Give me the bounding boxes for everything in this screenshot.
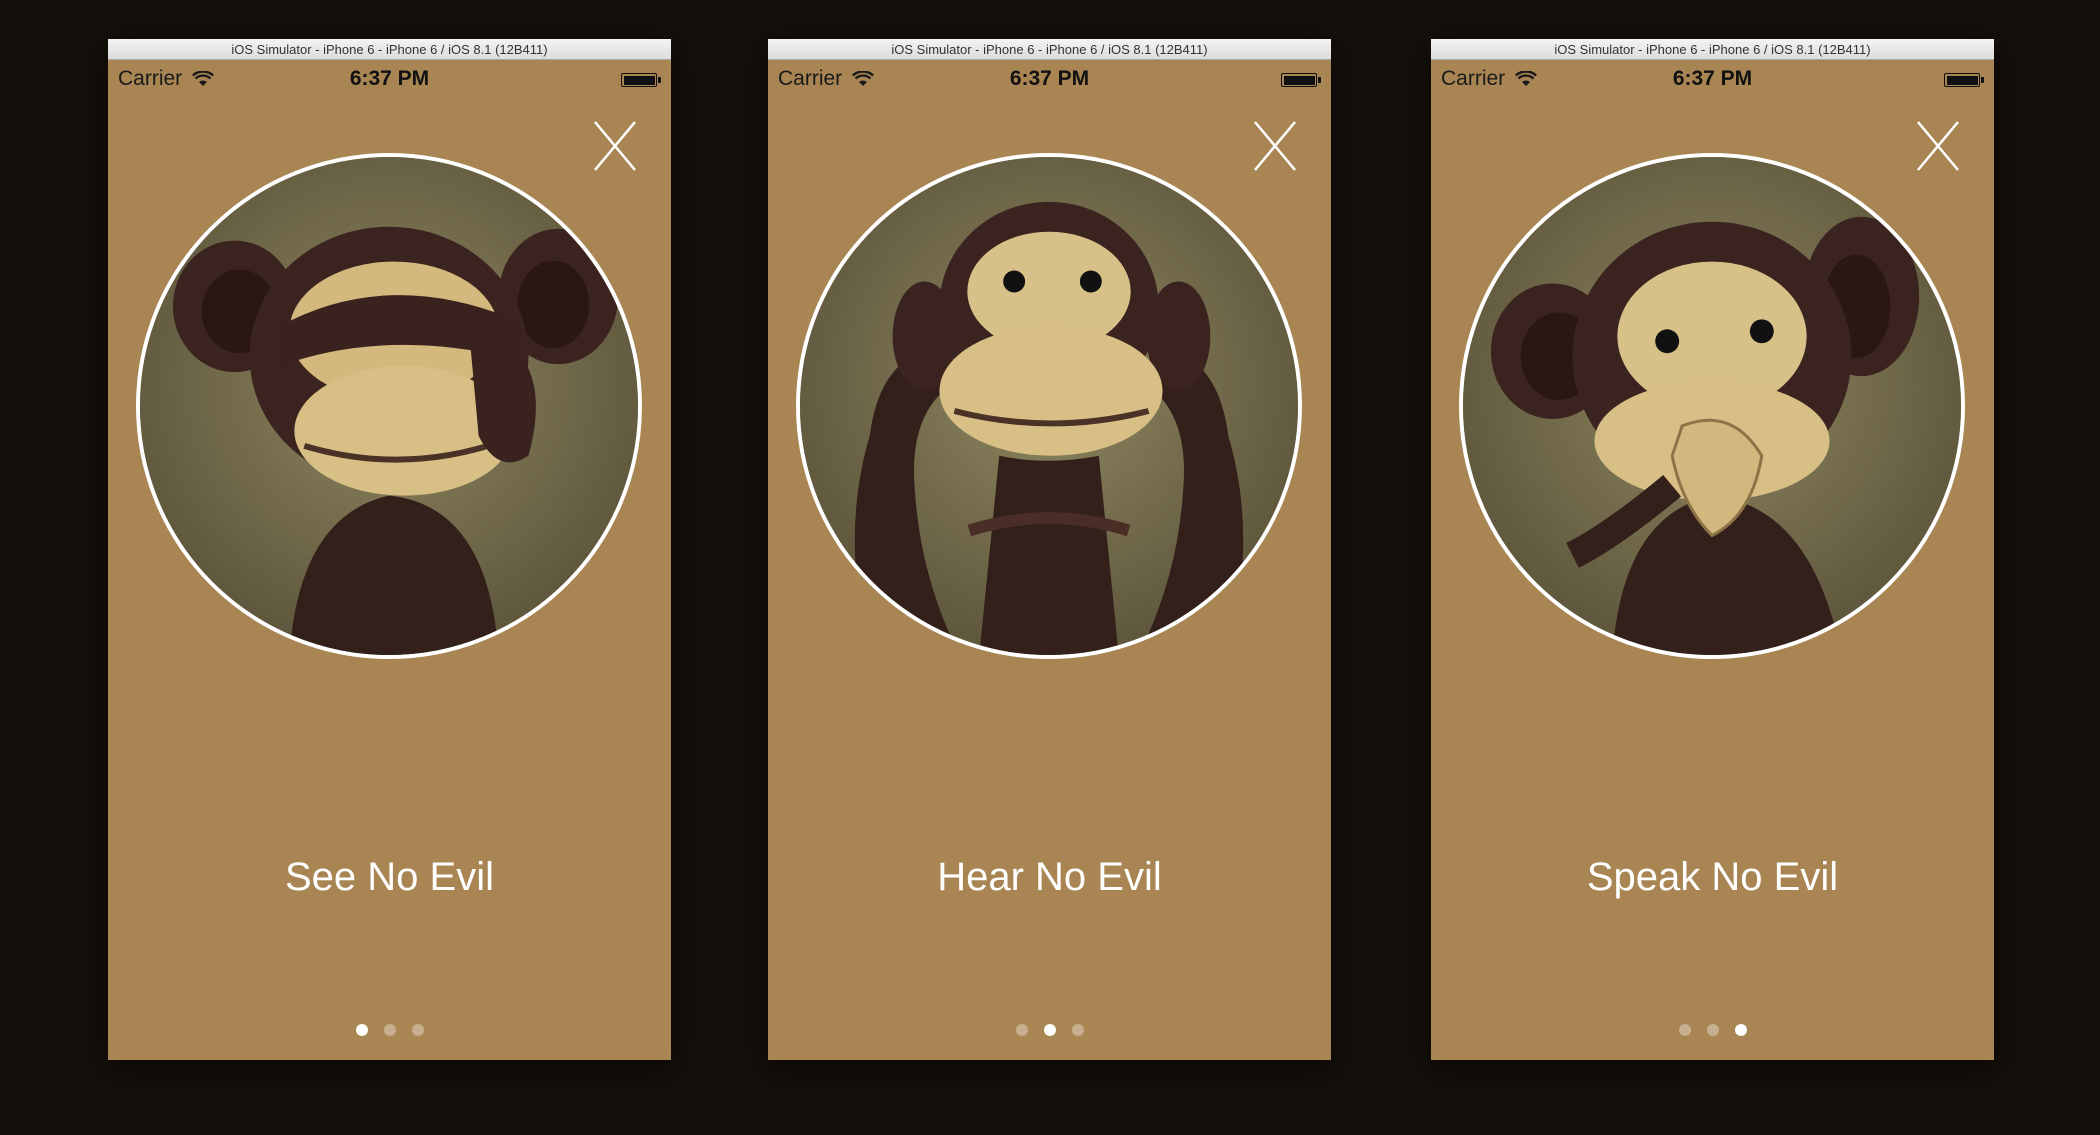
page-caption: Hear No Evil bbox=[937, 855, 1162, 899]
close-icon[interactable] bbox=[591, 118, 639, 174]
window-title: iOS Simulator - iPhone 6 - iPhone 6 / iO… bbox=[1431, 39, 1994, 60]
page-caption: See No Evil bbox=[285, 855, 494, 899]
page-caption: Speak No Evil bbox=[1586, 855, 1839, 899]
simulator-window-3: iOS Simulator - iPhone 6 - iPhone 6 / iO… bbox=[1431, 39, 1994, 1060]
page-control[interactable] bbox=[108, 1024, 671, 1036]
page-control[interactable] bbox=[768, 1024, 1331, 1036]
monkey-covering-eyes-image bbox=[136, 153, 642, 659]
phone-screen: Carrier 6:37 PM bbox=[768, 60, 1331, 1060]
battery-icon bbox=[1281, 73, 1321, 87]
battery-icon bbox=[1944, 73, 1984, 87]
window-title: iOS Simulator - iPhone 6 - iPhone 6 / iO… bbox=[108, 39, 671, 60]
page-control[interactable] bbox=[1431, 1024, 1994, 1036]
status-bar: Carrier 6:37 PM bbox=[768, 60, 1331, 98]
page-dot-1[interactable] bbox=[1678, 1024, 1691, 1036]
phone-screen: Carrier 6:37 PM bbox=[108, 60, 671, 1060]
close-icon[interactable] bbox=[1251, 118, 1299, 174]
status-time: 6:37 PM bbox=[349, 67, 430, 90]
simulator-window-1: iOS Simulator - iPhone 6 - iPhone 6 / iO… bbox=[108, 39, 671, 1060]
monkey-covering-ears-image bbox=[796, 153, 1302, 659]
window-title: iOS Simulator - iPhone 6 - iPhone 6 / iO… bbox=[768, 39, 1331, 60]
page-dot-3[interactable] bbox=[411, 1024, 424, 1036]
simulator-window-2: iOS Simulator - iPhone 6 - iPhone 6 / iO… bbox=[768, 39, 1331, 1060]
page-dot-1[interactable] bbox=[1015, 1024, 1028, 1036]
phone-screen: Carrier 6:37 PM bbox=[1431, 60, 1994, 1060]
status-bar: Carrier 6:37 PM bbox=[1431, 60, 1994, 98]
status-time: 6:37 PM bbox=[1009, 67, 1090, 90]
status-time: 6:37 PM bbox=[1672, 67, 1753, 90]
page-dot-3[interactable] bbox=[1071, 1024, 1084, 1036]
page-dot-3[interactable] bbox=[1734, 1024, 1747, 1036]
page-dot-2[interactable] bbox=[1706, 1024, 1719, 1036]
page-dot-1[interactable] bbox=[355, 1024, 368, 1036]
close-icon[interactable] bbox=[1914, 118, 1962, 174]
monkey-covering-mouth-image bbox=[1459, 153, 1965, 659]
status-bar: Carrier 6:37 PM bbox=[108, 60, 671, 98]
page-dot-2[interactable] bbox=[383, 1024, 396, 1036]
battery-icon bbox=[621, 73, 661, 87]
page-dot-2[interactable] bbox=[1043, 1024, 1056, 1036]
